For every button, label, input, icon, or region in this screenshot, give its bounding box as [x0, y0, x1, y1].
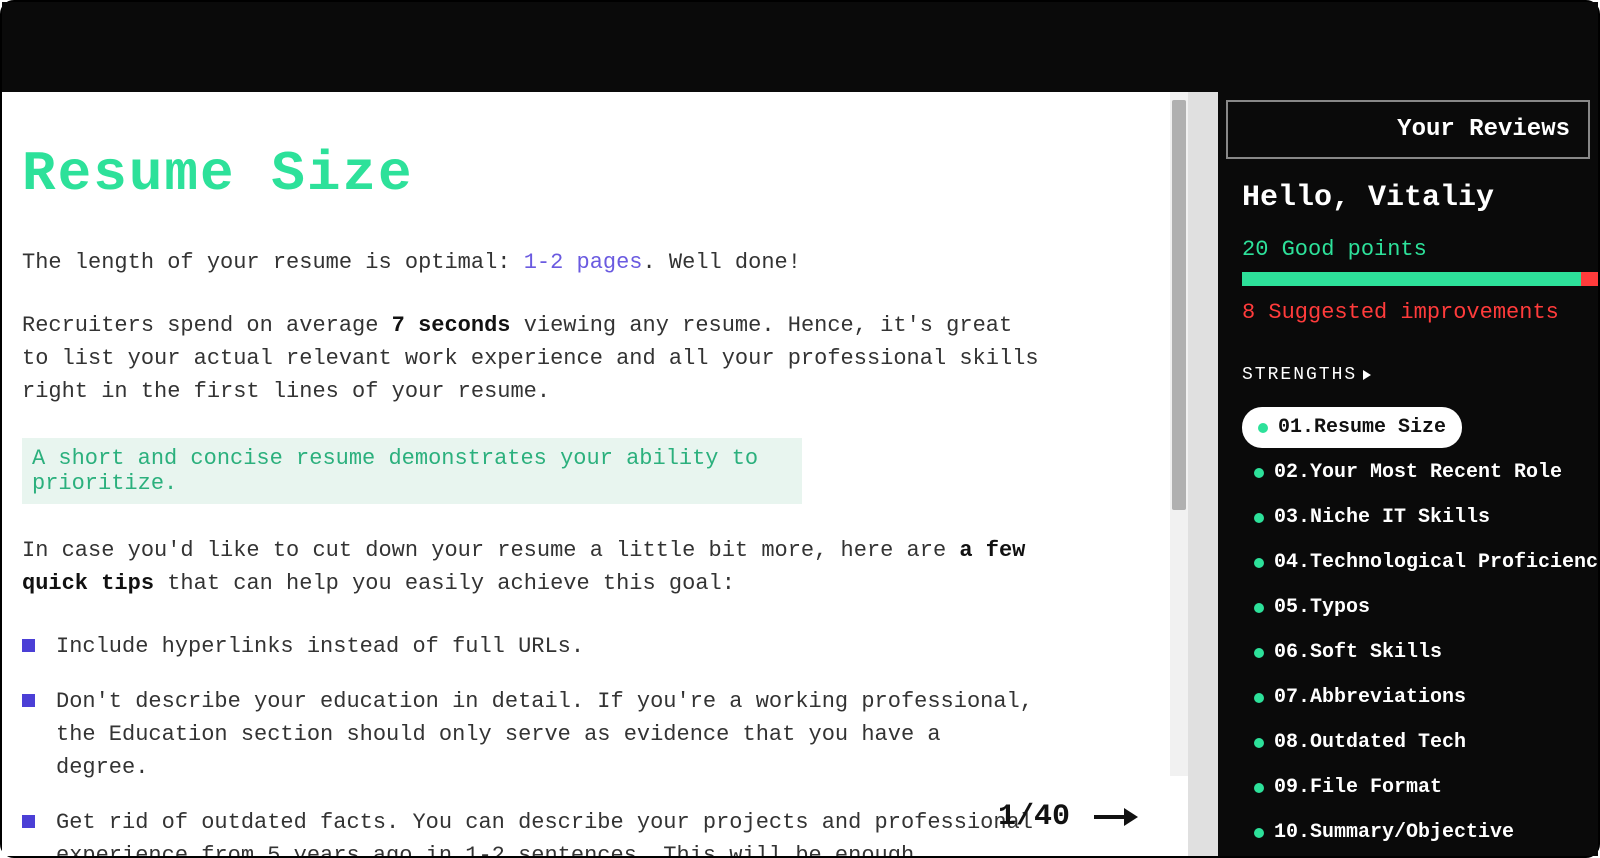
content-scroll: Resume Size The length of your resume is…: [2, 92, 1188, 856]
content-panel: Resume Size The length of your resume is…: [2, 92, 1218, 856]
pager-text: 1/40: [998, 800, 1070, 834]
bullet-dot-icon: [1258, 423, 1268, 433]
intro-text-a: The length of your resume is optimal:: [22, 250, 524, 275]
strength-item-label: 09.File Format: [1274, 776, 1442, 799]
tip-item: Include hyperlinks instead of full URLs.: [22, 630, 1042, 663]
strengths-list: 01.Resume Size 02.Your Most Recent Role 03…: [1218, 407, 1598, 856]
strength-item[interactable]: 09.File Format: [1242, 767, 1598, 808]
intro-text-b: . Well done!: [643, 250, 801, 275]
main-area: Resume Size The length of your resume is…: [2, 92, 1598, 856]
strengths-header[interactable]: STRENGTHS: [1218, 365, 1598, 407]
recruiters-paragraph: Recruiters spend on average 7 seconds vi…: [22, 309, 1042, 408]
bullet-dot-icon: [1254, 468, 1264, 478]
progress-bar: [1242, 272, 1598, 286]
intro-paragraph: The length of your resume is optimal: 1-…: [22, 246, 1042, 279]
bullet-dot-icon: [1254, 558, 1264, 568]
bullet-dot-icon: [1254, 603, 1264, 613]
strength-item[interactable]: 04.Technological Proficiency: [1242, 542, 1598, 583]
tips-intro-a: In case you'd like to cut down your resu…: [22, 538, 959, 563]
strength-item-label: 08.Outdated Tech: [1274, 731, 1466, 754]
strength-item-label: 06.Soft Skills: [1274, 641, 1442, 664]
strength-item[interactable]: 02.Your Most Recent Role: [1242, 452, 1598, 493]
bullet-dot-icon: [1254, 828, 1264, 838]
progress-bad: [1581, 272, 1598, 286]
suggested-label: 8 Suggested improvements: [1218, 300, 1598, 365]
progress-good: [1242, 272, 1581, 286]
seven-seconds: 7 seconds: [392, 313, 511, 338]
tips-intro-b: that can help you easily achieve this go…: [154, 571, 735, 596]
next-arrow-icon[interactable]: [1094, 806, 1138, 828]
strength-item[interactable]: 08.Outdated Tech: [1242, 722, 1598, 763]
strength-item[interactable]: 01.Resume Size: [1242, 407, 1462, 448]
tips-intro-paragraph: In case you'd like to cut down your resu…: [22, 534, 1042, 600]
bullet-dot-icon: [1254, 648, 1264, 658]
page-range-link[interactable]: 1-2 pages: [524, 250, 643, 275]
strength-item-label: 04.Technological Proficiency: [1274, 551, 1598, 574]
bullet-dot-icon: [1254, 783, 1264, 793]
strength-item-label: 01.Resume Size: [1278, 416, 1446, 439]
strength-item[interactable]: 03.Niche IT Skills: [1242, 497, 1598, 538]
bullet-dot-icon: [1254, 693, 1264, 703]
top-bar: [2, 2, 1598, 92]
recruiters-text-a: Recruiters spend on average: [22, 313, 392, 338]
chevron-right-icon: [1363, 370, 1371, 380]
good-points-label: 20 Good points: [1218, 237, 1598, 272]
tip-item: Don't describe your education in detail.…: [22, 685, 1042, 784]
strength-item-label: 02.Your Most Recent Role: [1274, 461, 1562, 484]
highlight-callout: A short and concise resume demonstrates …: [22, 438, 802, 504]
content-shadow: [1188, 92, 1218, 856]
tips-list: Include hyperlinks instead of full URLs.…: [22, 630, 1042, 856]
strength-item-label: 03.Niche IT Skills: [1274, 506, 1490, 529]
strength-item-label: 07.Abbreviations: [1274, 686, 1466, 709]
your-reviews-button[interactable]: Your Reviews: [1226, 100, 1590, 159]
strength-item-label: 10.Summary/Objective: [1274, 821, 1514, 844]
pager-current: 1: [998, 800, 1016, 834]
strength-item[interactable]: 06.Soft Skills: [1242, 632, 1598, 673]
sidebar: Your Reviews Hello, Vitaliy 20 Good poin…: [1218, 92, 1598, 856]
tip-item: Get rid of outdated facts. You can descr…: [22, 806, 1042, 856]
pager-total: 40: [1034, 800, 1070, 834]
strength-item[interactable]: 10.Summary/Objective: [1242, 812, 1598, 853]
page-title: Resume Size: [22, 142, 1128, 206]
strengths-label: STRENGTHS: [1242, 365, 1357, 385]
strength-item[interactable]: 05.Typos: [1242, 587, 1598, 628]
strength-item[interactable]: 07.Abbreviations: [1242, 677, 1598, 718]
strength-item-label: 05.Typos: [1274, 596, 1370, 619]
bullet-dot-icon: [1254, 513, 1264, 523]
pager: 1/40: [998, 800, 1138, 834]
bullet-dot-icon: [1254, 738, 1264, 748]
greeting: Hello, Vitaliy: [1218, 177, 1598, 237]
